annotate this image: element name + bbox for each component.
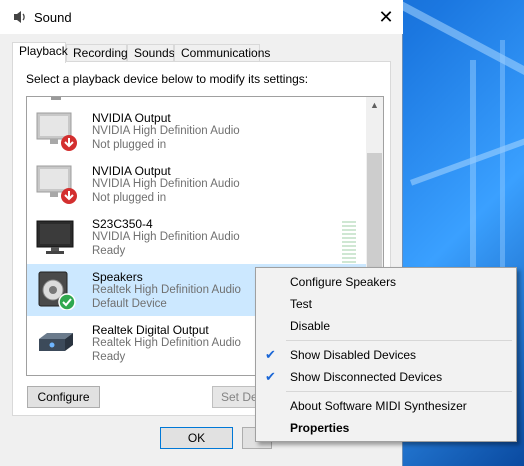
monitor-icon	[36, 220, 74, 254]
device-row[interactable]: NVIDIA Output NVIDIA High Definition Aud…	[27, 105, 367, 157]
scroll-up-arrow-icon[interactable]: ▲	[366, 97, 383, 114]
menu-item-about-midi-synth[interactable]: About Software MIDI Synthesizer	[256, 396, 516, 416]
instruction-text: Select a playback device below to modify…	[26, 72, 309, 86]
device-status: Ready	[92, 245, 126, 257]
menu-item-disable[interactable]: Disable	[256, 316, 516, 336]
title-bar: Sound ✕	[0, 0, 403, 34]
device-status: Not plugged in	[92, 139, 167, 151]
menu-item-label: Show Disabled Devices	[290, 348, 417, 362]
device-driver: NVIDIA High Definition Audio	[92, 231, 240, 243]
scroll-thumb[interactable]	[367, 153, 382, 273]
tab-communications[interactable]: Communications	[174, 44, 270, 62]
menu-item-label: Configure Speakers	[290, 275, 397, 289]
light-beam	[410, 132, 524, 186]
checkmark-icon: ✔	[265, 369, 276, 384]
device-name: S23C350-4	[92, 217, 153, 231]
context-menu: Configure Speakers Test Disable ✔ Show D…	[255, 267, 517, 442]
device-driver: NVIDIA High Definition Audio	[92, 178, 240, 190]
window-title: Sound	[34, 10, 72, 25]
device-status: Ready	[92, 351, 126, 363]
menu-item-label: Disable	[290, 319, 331, 333]
monitor-icon	[51, 97, 61, 100]
device-driver: Realtek High Definition Audio	[92, 337, 241, 349]
menu-separator	[286, 340, 512, 341]
speaker-icon	[14, 11, 25, 23]
menu-item-show-disconnected-devices[interactable]: ✔ Show Disconnected Devices	[256, 367, 516, 387]
menu-separator	[286, 391, 512, 392]
monitor-disconnected-icon	[36, 112, 77, 151]
menu-item-label: Test	[290, 297, 313, 311]
menu-item-label: About Software MIDI Synthesizer	[290, 399, 467, 413]
device-status: Default Device	[92, 298, 167, 310]
device-name: Speakers	[92, 270, 143, 284]
checkmark-icon: ✔	[265, 347, 276, 362]
device-row[interactable]: NVIDIA Output NVIDIA High Definition Aud…	[27, 158, 367, 210]
device-driver: Realtek High Definition Audio	[92, 284, 241, 296]
digital-output-icon	[39, 333, 73, 351]
configure-button[interactable]: Configure	[27, 386, 100, 408]
speaker-default-icon	[38, 271, 76, 310]
device-name: NVIDIA Output	[92, 111, 171, 125]
volume-level-meter	[342, 221, 356, 263]
tab-recording[interactable]: Recording	[66, 44, 128, 62]
tab-sounds[interactable]: Sounds	[127, 44, 175, 62]
menu-item-test[interactable]: Test	[256, 294, 516, 314]
menu-item-configure-speakers[interactable]: Configure Speakers	[256, 272, 516, 292]
device-row[interactable]: S23C350-4 NVIDIA High Definition Audio R…	[27, 211, 367, 263]
device-name: Realtek Digital Output	[92, 323, 209, 337]
device-status: Not plugged in	[92, 192, 167, 204]
monitor-disconnected-icon	[36, 165, 77, 204]
menu-item-properties[interactable]: Properties	[256, 418, 516, 438]
menu-item-label: Properties	[290, 421, 350, 435]
tab-playback[interactable]: Playback	[12, 42, 68, 63]
menu-item-show-disabled-devices[interactable]: ✔ Show Disabled Devices	[256, 345, 516, 365]
ok-button[interactable]: OK	[160, 427, 233, 449]
device-name: NVIDIA Output	[92, 164, 171, 178]
menu-item-label: Show Disconnected Devices	[290, 370, 443, 384]
close-button[interactable]: ✕	[374, 6, 398, 28]
device-driver: NVIDIA High Definition Audio	[92, 125, 240, 137]
